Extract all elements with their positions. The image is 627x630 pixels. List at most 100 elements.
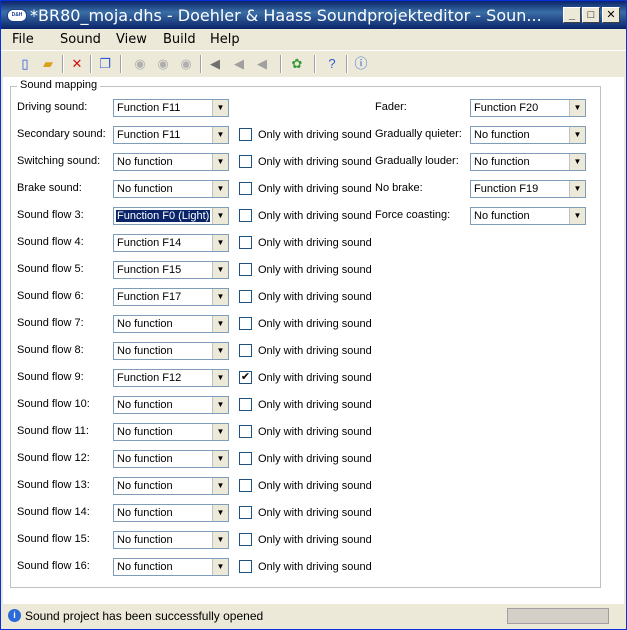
- driving-sound-checkbox[interactable]: [239, 479, 252, 492]
- dropdown-arrow-icon[interactable]: ▼: [212, 397, 228, 413]
- function-combobox[interactable]: Function F20 ▼: [470, 99, 586, 117]
- checkbox-label[interactable]: Only with driving sound: [258, 318, 372, 330]
- dropdown-arrow-icon[interactable]: ▼: [212, 370, 228, 386]
- menu-view[interactable]: View: [116, 32, 147, 47]
- stop-icon[interactable]: ◉: [177, 55, 195, 73]
- checkbox-label[interactable]: Only with driving sound: [258, 129, 372, 141]
- settings-gear-icon[interactable]: ✿: [288, 55, 306, 73]
- checkbox-label[interactable]: Only with driving sound: [258, 345, 372, 357]
- dropdown-arrow-icon[interactable]: ▼: [569, 127, 585, 143]
- driving-sound-checkbox[interactable]: [239, 209, 252, 222]
- driving-sound-checkbox[interactable]: ✔: [239, 371, 252, 384]
- checkbox-label[interactable]: Only with driving sound: [258, 480, 372, 492]
- help-icon[interactable]: ?: [323, 55, 341, 73]
- checkbox-label[interactable]: Only with driving sound: [258, 264, 372, 276]
- dropdown-arrow-icon[interactable]: ▼: [212, 505, 228, 521]
- dropdown-arrow-icon[interactable]: ▼: [212, 235, 228, 251]
- dropdown-arrow-icon[interactable]: ▼: [212, 451, 228, 467]
- function-combobox[interactable]: Function F12 ▼: [113, 369, 229, 387]
- driving-sound-checkbox[interactable]: [239, 182, 252, 195]
- dropdown-arrow-icon[interactable]: ▼: [212, 181, 228, 197]
- dropdown-arrow-icon[interactable]: ▼: [212, 559, 228, 575]
- checkbox-label[interactable]: Only with driving sound: [258, 372, 372, 384]
- driving-sound-checkbox[interactable]: [239, 506, 252, 519]
- function-combobox[interactable]: No function ▼: [470, 207, 586, 225]
- function-combobox[interactable]: Function F17 ▼: [113, 288, 229, 306]
- function-combobox[interactable]: No function ▼: [113, 315, 229, 333]
- driving-sound-checkbox[interactable]: [239, 317, 252, 330]
- function-combobox[interactable]: No function ▼: [113, 342, 229, 360]
- dropdown-arrow-icon[interactable]: ▼: [212, 262, 228, 278]
- dropdown-arrow-icon[interactable]: ▼: [212, 127, 228, 143]
- checkbox-label[interactable]: Only with driving sound: [258, 210, 372, 222]
- driving-sound-checkbox[interactable]: [239, 560, 252, 573]
- function-combobox[interactable]: Function F15 ▼: [113, 261, 229, 279]
- menu-help[interactable]: Help: [210, 32, 240, 47]
- app-icon[interactable]: D&H: [7, 9, 27, 22]
- driving-sound-checkbox[interactable]: [239, 425, 252, 438]
- volume-on-icon[interactable]: ◀: [206, 55, 224, 73]
- checkbox-label[interactable]: Only with driving sound: [258, 561, 372, 573]
- dropdown-arrow-icon[interactable]: ▼: [569, 100, 585, 116]
- dropdown-arrow-icon[interactable]: ▼: [569, 181, 585, 197]
- driving-sound-checkbox[interactable]: [239, 533, 252, 546]
- checkbox-label[interactable]: Only with driving sound: [258, 453, 372, 465]
- info-icon[interactable]: ⓘ: [352, 55, 370, 73]
- menu-file[interactable]: File: [12, 32, 34, 47]
- function-combobox[interactable]: No function ▼: [470, 153, 586, 171]
- volume-mute-icon[interactable]: ◀: [230, 55, 248, 73]
- function-combobox[interactable]: Function F11 ▼: [113, 99, 229, 117]
- function-combobox[interactable]: No function ▼: [113, 477, 229, 495]
- function-combobox[interactable]: Function F14 ▼: [113, 234, 229, 252]
- minimize-button[interactable]: _: [563, 7, 581, 23]
- volume-low-icon[interactable]: ◀: [253, 55, 271, 73]
- checkbox-label[interactable]: Only with driving sound: [258, 507, 372, 519]
- delete-icon[interactable]: ✕: [68, 55, 86, 73]
- copy-icon[interactable]: ❐: [96, 55, 114, 73]
- function-combobox[interactable]: No function ▼: [113, 396, 229, 414]
- driving-sound-checkbox[interactable]: [239, 155, 252, 168]
- dropdown-arrow-icon[interactable]: ▼: [212, 343, 228, 359]
- function-combobox[interactable]: No function ▼: [113, 450, 229, 468]
- function-combobox[interactable]: Function F19 ▼: [470, 180, 586, 198]
- dropdown-arrow-icon[interactable]: ▼: [212, 100, 228, 116]
- driving-sound-checkbox[interactable]: [239, 398, 252, 411]
- driving-sound-checkbox[interactable]: [239, 263, 252, 276]
- menu-build[interactable]: Build: [163, 32, 196, 47]
- driving-sound-checkbox[interactable]: [239, 128, 252, 141]
- dropdown-arrow-icon[interactable]: ▼: [212, 208, 228, 224]
- dropdown-arrow-icon[interactable]: ▼: [212, 154, 228, 170]
- dropdown-arrow-icon[interactable]: ▼: [212, 289, 228, 305]
- checkbox-label[interactable]: Only with driving sound: [258, 534, 372, 546]
- checkbox-label[interactable]: Only with driving sound: [258, 237, 372, 249]
- close-button[interactable]: ✕: [602, 7, 620, 23]
- driving-sound-checkbox[interactable]: [239, 236, 252, 249]
- checkbox-label[interactable]: Only with driving sound: [258, 183, 372, 195]
- dropdown-arrow-icon[interactable]: ▼: [212, 316, 228, 332]
- dropdown-arrow-icon[interactable]: ▼: [212, 478, 228, 494]
- driving-sound-checkbox[interactable]: [239, 344, 252, 357]
- function-combobox[interactable]: No function ▼: [113, 153, 229, 171]
- function-combobox[interactable]: No function ▼: [113, 423, 229, 441]
- function-combobox[interactable]: No function ▼: [113, 531, 229, 549]
- checkbox-label[interactable]: Only with driving sound: [258, 291, 372, 303]
- maximize-button[interactable]: □: [582, 7, 600, 23]
- new-file-icon[interactable]: ▯: [16, 55, 34, 73]
- driving-sound-checkbox[interactable]: [239, 452, 252, 465]
- checkbox-label[interactable]: Only with driving sound: [258, 399, 372, 411]
- function-combobox[interactable]: Function F0 (Light) ▼: [113, 207, 229, 225]
- menu-sound[interactable]: Sound: [60, 32, 101, 47]
- title-bar[interactable]: D&H *BR80_moja.dhs - Doehler & Haass Sou…: [1, 1, 626, 29]
- pause-icon[interactable]: ◉: [154, 55, 172, 73]
- function-combobox[interactable]: No function ▼: [113, 504, 229, 522]
- open-folder-icon[interactable]: ▰: [39, 55, 57, 73]
- checkbox-label[interactable]: Only with driving sound: [258, 156, 372, 168]
- driving-sound-checkbox[interactable]: [239, 290, 252, 303]
- function-combobox[interactable]: No function ▼: [113, 180, 229, 198]
- dropdown-arrow-icon[interactable]: ▼: [212, 532, 228, 548]
- dropdown-arrow-icon[interactable]: ▼: [569, 154, 585, 170]
- play-icon[interactable]: ◉: [131, 55, 149, 73]
- function-combobox[interactable]: Function F11 ▼: [113, 126, 229, 144]
- dropdown-arrow-icon[interactable]: ▼: [569, 208, 585, 224]
- dropdown-arrow-icon[interactable]: ▼: [212, 424, 228, 440]
